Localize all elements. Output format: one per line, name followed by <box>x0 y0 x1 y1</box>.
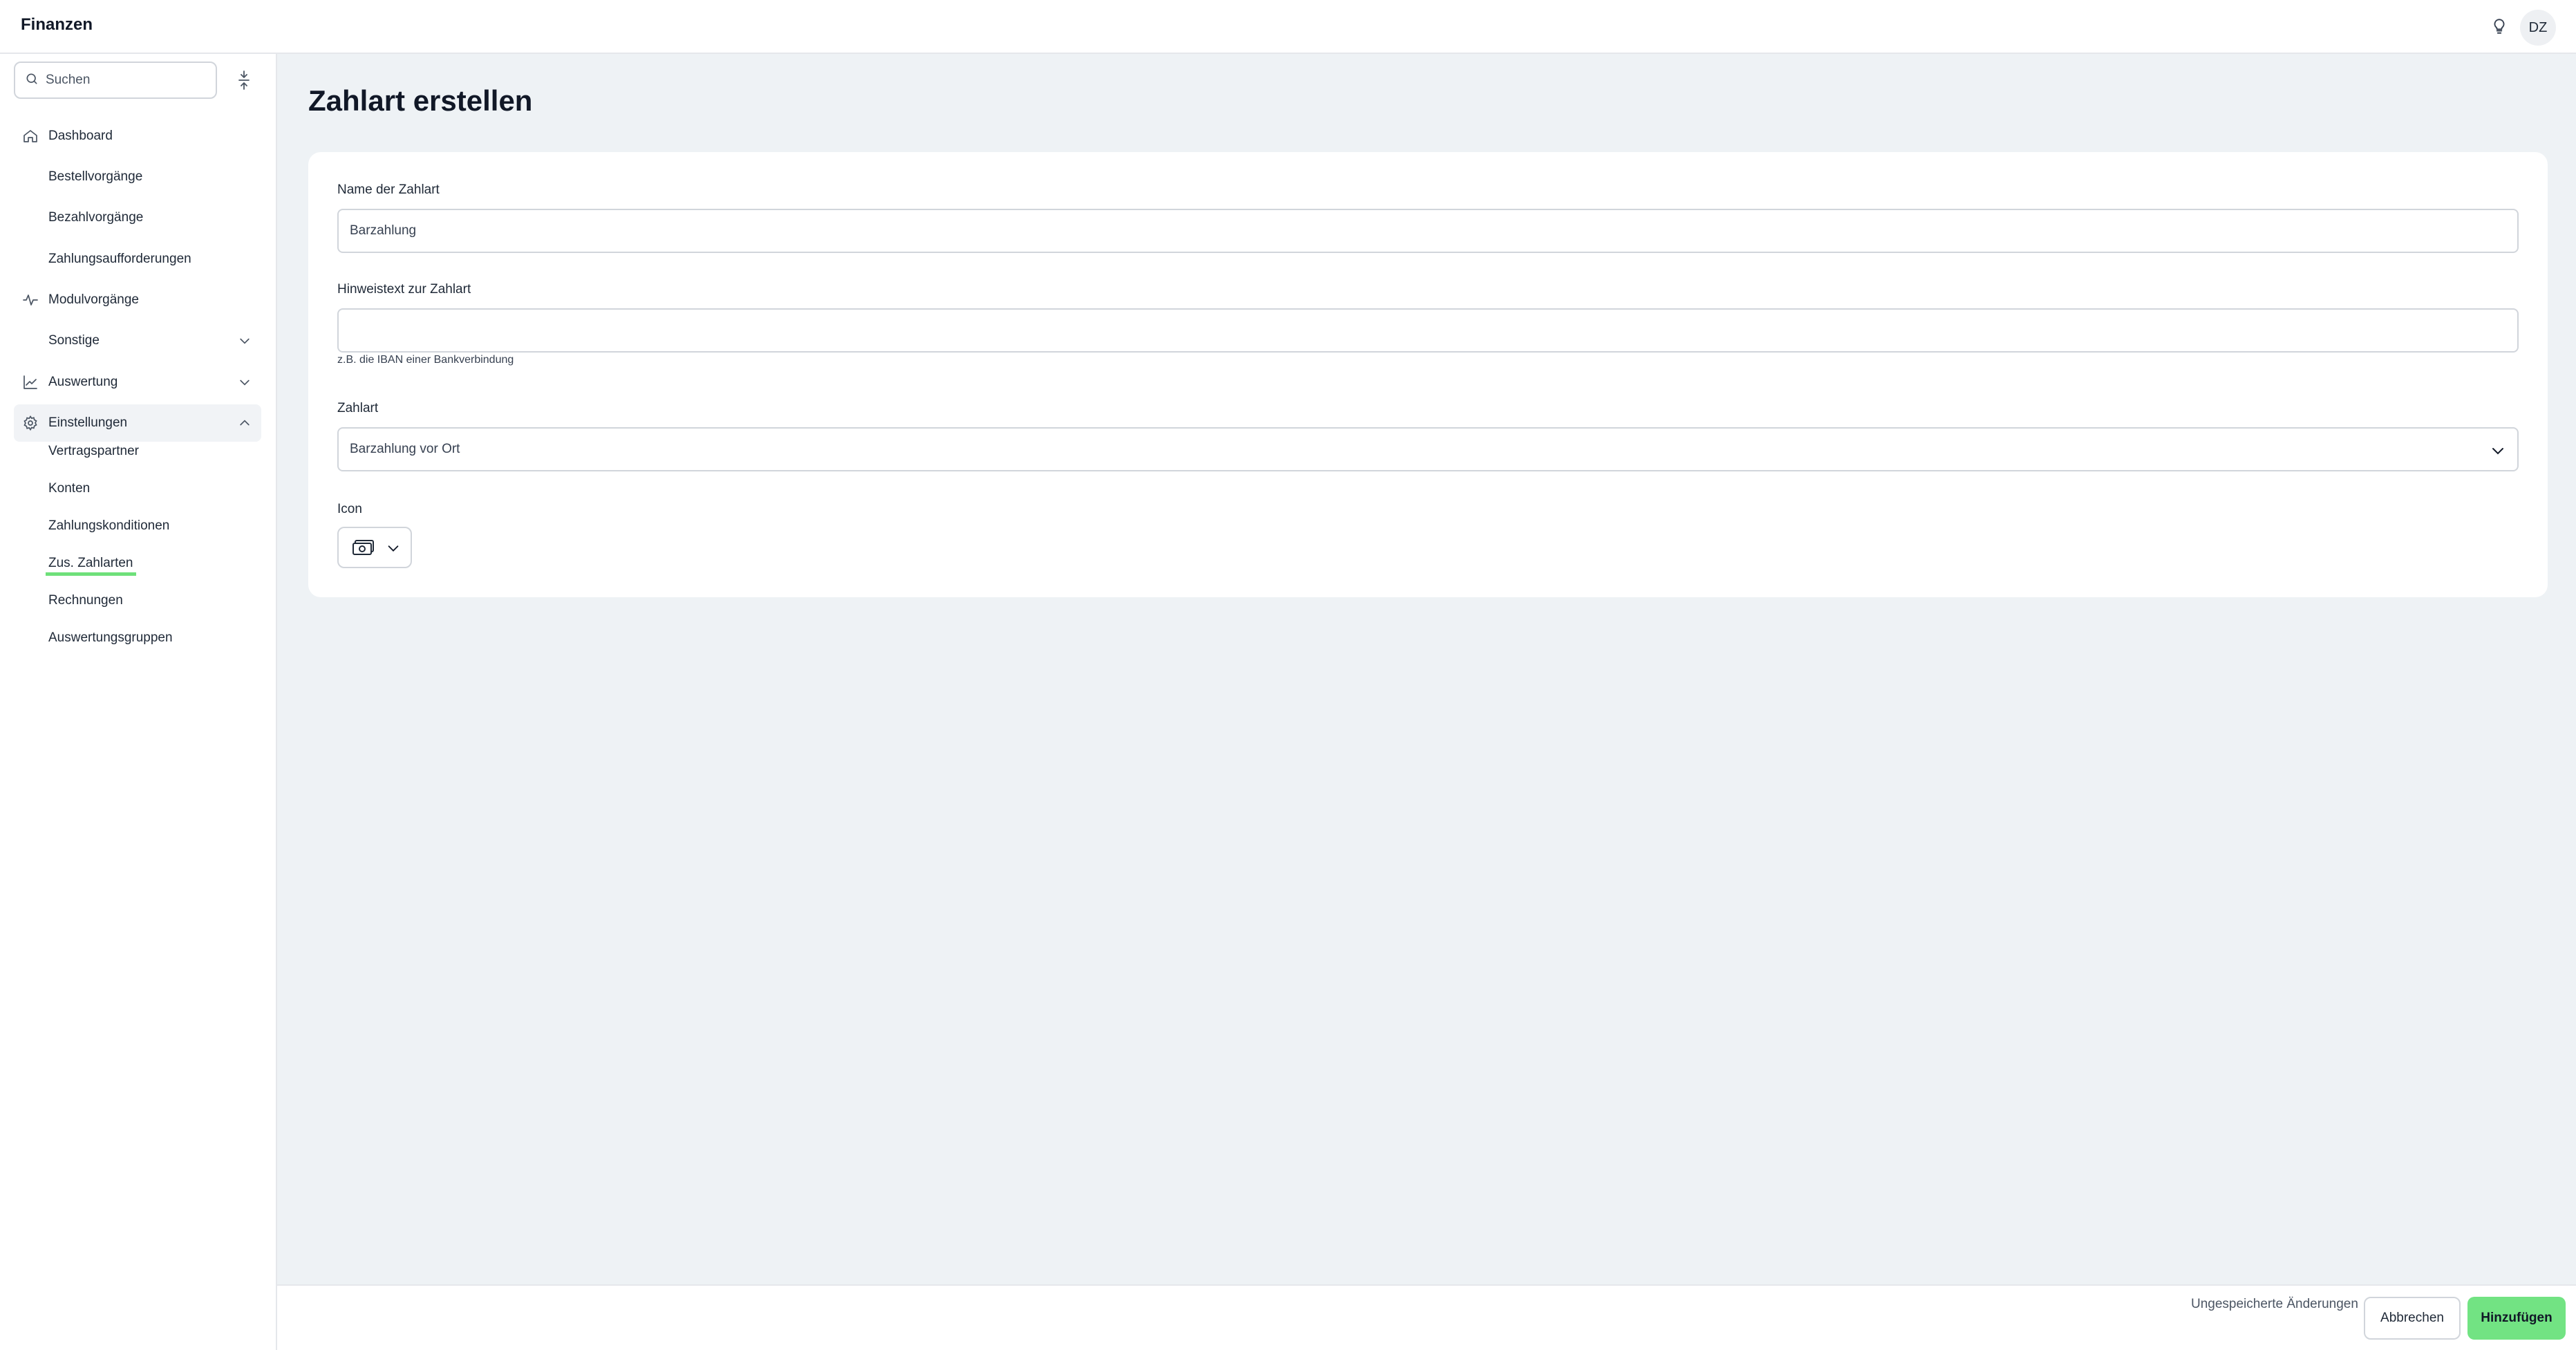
top-bar: Finanzen DZ <box>0 0 2576 54</box>
search-input[interactable] <box>46 73 198 88</box>
icon-label: Icon <box>337 502 362 516</box>
cancel-button[interactable]: Abbrechen <box>2364 1297 2461 1340</box>
chevron-down-icon <box>2490 442 2506 459</box>
sidebar-subitem-vertragspartner[interactable]: Vertragspartner <box>48 444 139 459</box>
sidebar-item-label: Bezahlvorgänge <box>48 210 144 225</box>
sidebar-item-modulvorgaenge[interactable]: Modulvorgänge <box>14 281 261 319</box>
type-select[interactable]: Barzahlung vor Ort <box>337 427 2519 471</box>
footer-bar <box>277 1284 2576 1350</box>
name-label: Name der Zahlart <box>337 182 440 197</box>
sidebar-item-einstellungen[interactable]: Einstellungen <box>14 404 261 442</box>
hint-help-text: z.B. die IBAN einer Bankverbindung <box>337 354 514 366</box>
hint-input[interactable] <box>337 308 2519 353</box>
collapse-all-icon[interactable] <box>235 68 253 93</box>
activity-icon <box>22 292 39 308</box>
icon-select[interactable] <box>337 527 412 568</box>
search-icon <box>25 72 39 89</box>
sidebar-subitem-konten[interactable]: Konten <box>48 481 90 496</box>
sidebar: Dashboard Bestellvorgänge Bezahlvorgänge… <box>0 54 277 1350</box>
hint-label: Hinweistext zur Zahlart <box>337 282 471 297</box>
avatar[interactable]: DZ <box>2520 10 2556 46</box>
cash-icon <box>352 539 375 559</box>
sidebar-item-bezahlvorgaenge[interactable]: Bezahlvorgänge <box>14 199 261 236</box>
sidebar-item-label: Zahlungsaufforderungen <box>48 252 191 266</box>
type-select-value: Barzahlung vor Ort <box>350 442 460 456</box>
sidebar-item-label: Sonstige <box>48 333 100 348</box>
page-title: Zahlart erstellen <box>308 84 533 117</box>
chevron-down-icon <box>238 334 252 348</box>
sidebar-item-dashboard[interactable]: Dashboard <box>14 118 261 155</box>
sidebar-item-label: Modulvorgänge <box>48 292 139 307</box>
sidebar-item-label: Bestellvorgänge <box>48 169 143 184</box>
add-button[interactable]: Hinzufügen <box>2467 1297 2566 1340</box>
sidebar-subitem-rechnungen[interactable]: Rechnungen <box>48 593 123 608</box>
sidebar-item-zahlungsaufforderungen[interactable]: Zahlungsaufforderungen <box>14 241 261 278</box>
sidebar-item-sonstige[interactable]: Sonstige <box>14 322 261 359</box>
chevron-down-icon <box>386 541 401 559</box>
lightbulb-icon[interactable] <box>2487 14 2512 39</box>
home-icon <box>22 128 39 144</box>
sidebar-item-label: Dashboard <box>48 129 113 143</box>
unsaved-changes-text: Ungespeicherte Änderungen <box>2191 1297 2358 1311</box>
chevron-up-icon <box>238 416 252 430</box>
search-box[interactable] <box>14 62 217 99</box>
chevron-down-icon <box>238 375 252 389</box>
sidebar-subitem-zus-zahlarten[interactable]: Zus. Zahlarten <box>46 556 136 576</box>
form-card: Name der Zahlart Barzahlung Hinweistext … <box>308 152 2548 597</box>
name-input[interactable]: Barzahlung <box>337 209 2519 253</box>
chart-icon <box>22 374 39 391</box>
sidebar-item-bestellvorgaenge[interactable]: Bestellvorgänge <box>14 158 261 196</box>
gear-icon <box>22 415 39 431</box>
type-label: Zahlart <box>337 401 379 415</box>
sidebar-item-auswertung[interactable]: Auswertung <box>14 364 261 401</box>
sidebar-subitem-zahlungskonditionen[interactable]: Zahlungskonditionen <box>48 518 169 534</box>
app-title: Finanzen <box>21 15 93 34</box>
sidebar-item-label: Einstellungen <box>48 415 128 430</box>
sidebar-item-label: Auswertung <box>48 375 118 389</box>
sidebar-subitem-auswertungsgruppen[interactable]: Auswertungsgruppen <box>48 630 173 646</box>
